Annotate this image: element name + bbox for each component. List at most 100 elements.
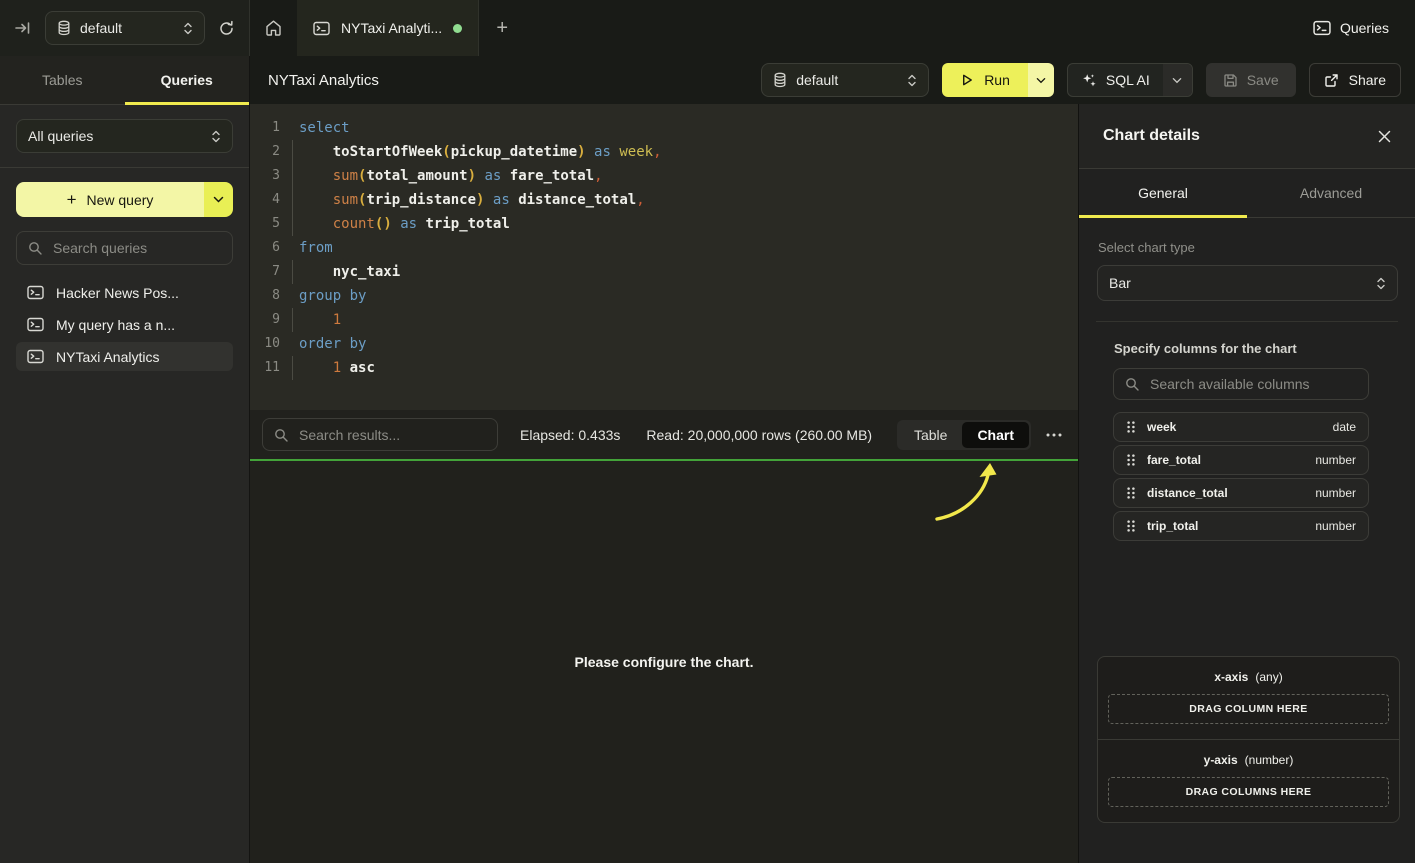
new-tab-button[interactable]: + xyxy=(479,0,525,56)
drag-handle-icon xyxy=(1126,519,1136,533)
line-number: 11 xyxy=(256,356,280,380)
query-filter-value: All queries xyxy=(28,128,202,144)
chart-type-select[interactable]: Bar xyxy=(1097,265,1398,301)
column-type: number xyxy=(1315,519,1356,533)
chevron-updown-icon xyxy=(1376,276,1386,291)
drag-handle-icon xyxy=(1126,420,1136,434)
results-search-input[interactable] xyxy=(297,426,486,444)
query-filter-select[interactable]: All queries xyxy=(16,119,233,153)
close-icon[interactable] xyxy=(1378,130,1391,143)
column-name: distance_total xyxy=(1147,486,1304,500)
code-line: 9 1 xyxy=(256,308,1078,332)
query-item-label: My query has a n... xyxy=(56,317,175,333)
refresh-icon[interactable] xyxy=(218,20,235,37)
code-line: 5 count() as trip_total xyxy=(256,212,1078,236)
query-item-label: NYTaxi Analytics xyxy=(56,349,159,365)
chart-column-row[interactable]: distance_total number xyxy=(1113,478,1369,508)
results-view-tab-chart[interactable]: Chart xyxy=(962,422,1029,448)
results-view-tab-table[interactable]: Table xyxy=(899,422,962,448)
chevron-down-icon xyxy=(1172,77,1182,84)
code-text: 1 asc xyxy=(289,356,375,380)
y-axis-hint: (number) xyxy=(1245,753,1294,767)
columns-search-input[interactable] xyxy=(1148,375,1357,393)
code-line: 8group by xyxy=(256,284,1078,308)
chart-details-tabs: GeneralAdvanced xyxy=(1079,169,1415,218)
toolbar-database-value: default xyxy=(796,72,898,88)
code-text: nyc_taxi xyxy=(289,260,400,284)
main-toolbar: NYTaxi Analytics default Run SQL AI xyxy=(250,56,1415,104)
chevron-down-icon xyxy=(213,196,224,203)
search-icon xyxy=(274,428,288,442)
sidebar-tab-queries[interactable]: Queries xyxy=(125,56,250,104)
sidebar-tab-tables[interactable]: Tables xyxy=(0,56,125,104)
x-axis-hint: (any) xyxy=(1255,670,1282,684)
more-options-icon[interactable] xyxy=(1046,433,1062,437)
query-search-box xyxy=(16,231,233,265)
column-name: week xyxy=(1147,420,1322,434)
query-list-item[interactable]: NYTaxi Analytics xyxy=(16,342,233,371)
new-query-main[interactable]: + New query xyxy=(16,182,204,217)
query-search-input[interactable] xyxy=(51,239,236,257)
sql-ai-button[interactable]: SQL AI xyxy=(1067,63,1193,97)
chart-type-section: Select chart type Bar xyxy=(1079,218,1415,322)
new-query-label: New query xyxy=(87,192,154,208)
code-line: 1select xyxy=(256,116,1078,140)
queries-label: Queries xyxy=(1340,20,1389,36)
queries-icon xyxy=(1313,20,1331,36)
x-axis-dropzone[interactable]: DRAG COLUMN HERE xyxy=(1108,694,1389,724)
run-button-main[interactable]: Run xyxy=(942,63,1028,97)
results-bar: Elapsed: 0.433s Read: 20,000,000 rows (2… xyxy=(250,410,1078,461)
x-axis-label: x-axis xyxy=(1214,670,1248,684)
run-label: Run xyxy=(984,72,1010,88)
line-number: 2 xyxy=(256,140,280,164)
unsaved-changes-dot xyxy=(453,24,462,33)
topbar-database-selector[interactable]: default xyxy=(45,11,205,45)
column-name: trip_total xyxy=(1147,519,1304,533)
tab-strip: NYTaxi Analyti... + xyxy=(250,0,1313,56)
column-type: number xyxy=(1315,453,1356,467)
collapse-sidebar-icon[interactable] xyxy=(14,20,32,36)
chart-column-row[interactable]: weekdate xyxy=(1113,412,1369,442)
sql-ai-main[interactable]: SQL AI xyxy=(1068,64,1163,96)
columns-search-box xyxy=(1113,368,1369,400)
save-button[interactable]: Save xyxy=(1206,63,1296,97)
new-query-button[interactable]: + New query xyxy=(16,182,233,217)
query-list-item[interactable]: Hacker News Pos... xyxy=(16,278,233,307)
new-query-dropdown[interactable] xyxy=(204,182,233,217)
run-button[interactable]: Run xyxy=(942,63,1054,97)
topbar-queries-button[interactable]: Queries xyxy=(1313,0,1415,56)
share-label: Share xyxy=(1349,72,1386,88)
y-axis-section: y-axis (number) DRAG COLUMNS HERE xyxy=(1098,740,1399,822)
columns-section-label: Specify columns for the chart xyxy=(1114,341,1369,356)
home-tab-button[interactable] xyxy=(250,0,297,56)
code-line: 11 1 asc xyxy=(256,356,1078,380)
y-axis-dropzone[interactable]: DRAG COLUMNS HERE xyxy=(1108,777,1389,807)
code-line: 2 toStartOfWeek(pickup_datetime) as week… xyxy=(256,140,1078,164)
y-axis-label: y-axis xyxy=(1204,753,1238,767)
query-list-item[interactable]: My query has a n... xyxy=(16,310,233,339)
search-icon xyxy=(1125,377,1139,391)
query-icon xyxy=(27,349,44,364)
sql-ai-dropdown[interactable] xyxy=(1163,64,1192,96)
page-title: NYTaxi Analytics xyxy=(268,72,379,89)
run-dropdown[interactable] xyxy=(1028,63,1054,97)
chevron-updown-icon xyxy=(183,21,193,36)
share-button[interactable]: Share xyxy=(1309,63,1401,97)
chart-type-value: Bar xyxy=(1109,275,1131,291)
database-icon xyxy=(773,72,787,88)
elapsed-time: Elapsed: 0.433s xyxy=(520,427,620,443)
code-text: order by xyxy=(289,332,366,356)
query-icon xyxy=(27,317,44,332)
tab-nytaxi-analytics[interactable]: NYTaxi Analyti... xyxy=(297,0,479,56)
chart-column-row[interactable]: fare_totalnumber xyxy=(1113,445,1369,475)
line-number: 10 xyxy=(256,332,280,356)
drag-handle-icon xyxy=(1126,453,1136,467)
chart-details-tab-general[interactable]: General xyxy=(1079,169,1247,217)
x-axis-section: x-axis (any) DRAG COLUMN HERE xyxy=(1098,657,1399,740)
sql-editor[interactable]: 1select2 toStartOfWeek(pickup_datetime) … xyxy=(250,104,1078,410)
chart-details-tab-advanced[interactable]: Advanced xyxy=(1247,169,1415,217)
column-type: number xyxy=(1315,486,1356,500)
code-line: 10 order by xyxy=(256,332,1078,356)
toolbar-database-selector[interactable]: default xyxy=(761,63,929,97)
chart-column-row[interactable]: trip_total number xyxy=(1113,511,1369,541)
